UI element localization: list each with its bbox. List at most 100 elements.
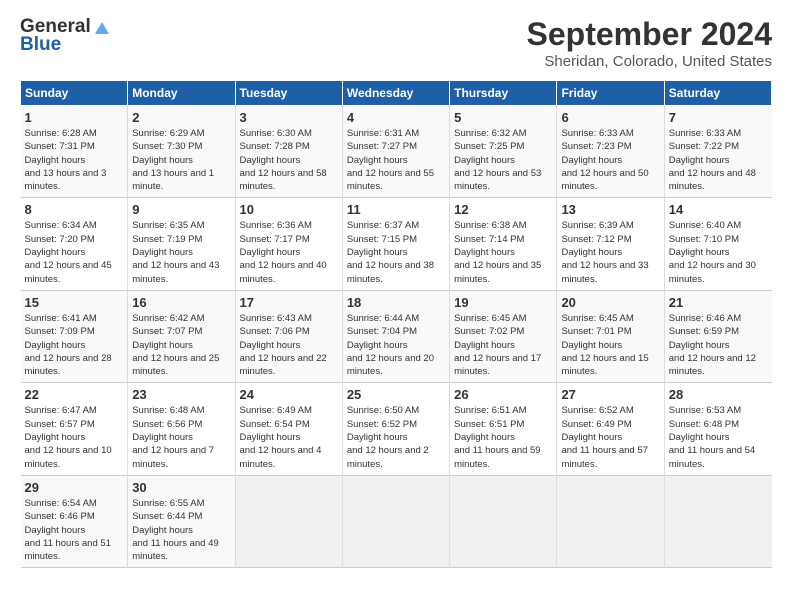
day-number: 2 [132,110,230,125]
day-info: Sunrise: 6:31 AMSunset: 7:27 PMDaylight … [347,127,445,193]
calendar-cell: 22 Sunrise: 6:47 AMSunset: 6:57 PMDayligh… [21,383,128,475]
day-number: 21 [669,295,768,310]
day-number: 11 [347,202,445,217]
logo-triangle-icon [93,18,111,36]
day-number: 26 [454,387,552,402]
day-number: 23 [132,387,230,402]
calendar-cell: 1 Sunrise: 6:28 AMSunset: 7:31 PMDaylight… [21,106,128,198]
day-number: 9 [132,202,230,217]
calendar-cell: 9 Sunrise: 6:35 AMSunset: 7:19 PMDaylight… [128,198,235,290]
day-info: Sunrise: 6:36 AMSunset: 7:17 PMDaylight … [240,219,338,285]
calendar-cell [342,475,449,567]
calendar-cell: 30 Sunrise: 6:55 AMSunset: 6:44 PMDayligh… [128,475,235,567]
main-title: September 2024 [527,16,772,53]
day-info: Sunrise: 6:49 AMSunset: 6:54 PMDaylight … [240,404,338,470]
day-number: 6 [561,110,659,125]
day-number: 8 [25,202,124,217]
day-info: Sunrise: 6:45 AMSunset: 7:02 PMDaylight … [454,312,552,378]
calendar-cell: 8Sunrise: 6:34 AMSunset: 7:20 PMDaylight… [21,198,128,290]
calendar-cell: 7 Sunrise: 6:33 AMSunset: 7:22 PMDaylight… [664,106,771,198]
day-info: Sunrise: 6:28 AMSunset: 7:31 PMDaylight … [25,127,124,193]
day-number: 4 [347,110,445,125]
calendar-cell: 11 Sunrise: 6:37 AMSunset: 7:15 PMDayligh… [342,198,449,290]
calendar-cell: 16 Sunrise: 6:42 AMSunset: 7:07 PMDayligh… [128,290,235,382]
calendar-cell: 21 Sunrise: 6:46 AMSunset: 6:59 PMDayligh… [664,290,771,382]
logo: General Blue [20,16,111,56]
day-number: 3 [240,110,338,125]
day-number: 15 [25,295,124,310]
day-info: Sunrise: 6:55 AMSunset: 6:44 PMDaylight … [132,497,230,563]
calendar-cell: 23 Sunrise: 6:48 AMSunset: 6:56 PMDayligh… [128,383,235,475]
day-info: Sunrise: 6:52 AMSunset: 6:49 PMDaylight … [561,404,659,470]
calendar-cell: 17 Sunrise: 6:43 AMSunset: 7:06 PMDayligh… [235,290,342,382]
day-info: Sunrise: 6:45 AMSunset: 7:01 PMDaylight … [561,312,659,378]
title-area: September 2024 Sheridan, Colorado, Unite… [527,16,772,70]
day-info: Sunrise: 6:38 AMSunset: 7:14 PMDaylight … [454,219,552,285]
day-info: Sunrise: 6:30 AMSunset: 7:28 PMDaylight … [240,127,338,193]
header-row: Sunday Monday Tuesday Wednesday Thursday… [21,81,772,106]
day-info: Sunrise: 6:53 AMSunset: 6:48 PMDaylight … [669,404,768,470]
day-number: 22 [25,387,124,402]
calendar-cell: 2 Sunrise: 6:29 AMSunset: 7:30 PMDaylight… [128,106,235,198]
day-info: Sunrise: 6:33 AMSunset: 7:22 PMDaylight … [669,127,768,193]
day-info: Sunrise: 6:40 AMSunset: 7:10 PMDaylight … [669,219,768,285]
day-info: Sunrise: 6:44 AMSunset: 7:04 PMDaylight … [347,312,445,378]
logo-blue: Blue [20,34,61,56]
day-info: Sunrise: 6:41 AMSunset: 7:09 PMDaylight … [25,312,124,378]
subtitle: Sheridan, Colorado, United States [527,53,772,70]
col-saturday: Saturday [664,81,771,106]
calendar-cell: 13 Sunrise: 6:39 AMSunset: 7:12 PMDayligh… [557,198,664,290]
col-thursday: Thursday [450,81,557,106]
calendar-week-row: 29Sunrise: 6:54 AMSunset: 6:46 PMDayligh… [21,475,772,567]
col-tuesday: Tuesday [235,81,342,106]
day-number: 12 [454,202,552,217]
calendar-cell: 14Sunrise: 6:40 AMSunset: 7:10 PMDayligh… [664,198,771,290]
calendar-cell: 25 Sunrise: 6:50 AMSunset: 6:52 PMDayligh… [342,383,449,475]
day-info: Sunrise: 6:35 AMSunset: 7:19 PMDaylight … [132,219,230,285]
calendar-week-row: 22 Sunrise: 6:47 AMSunset: 6:57 PMDayligh… [21,383,772,475]
day-info: Sunrise: 6:39 AMSunset: 7:12 PMDaylight … [561,219,659,285]
calendar-cell: 4 Sunrise: 6:31 AMSunset: 7:27 PMDaylight… [342,106,449,198]
day-number: 20 [561,295,659,310]
day-number: 13 [561,202,659,217]
day-info: Sunrise: 6:29 AMSunset: 7:30 PMDaylight … [132,127,230,193]
day-number: 5 [454,110,552,125]
day-info: Sunrise: 6:50 AMSunset: 6:52 PMDaylight … [347,404,445,470]
day-number: 30 [132,480,230,495]
day-info: Sunrise: 6:48 AMSunset: 6:56 PMDaylight … [132,404,230,470]
calendar-cell: 18 Sunrise: 6:44 AMSunset: 7:04 PMDayligh… [342,290,449,382]
day-info: Sunrise: 6:37 AMSunset: 7:15 PMDaylight … [347,219,445,285]
calendar-cell [235,475,342,567]
day-number: 7 [669,110,768,125]
day-number: 25 [347,387,445,402]
calendar-table: Sunday Monday Tuesday Wednesday Thursday… [20,80,772,568]
day-info: Sunrise: 6:42 AMSunset: 7:07 PMDaylight … [132,312,230,378]
day-number: 1 [25,110,124,125]
day-number: 18 [347,295,445,310]
day-number: 19 [454,295,552,310]
day-number: 27 [561,387,659,402]
page: General Blue September 2024 Sheridan, Co… [0,0,792,612]
day-number: 16 [132,295,230,310]
day-number: 17 [240,295,338,310]
calendar-cell [450,475,557,567]
calendar-cell [557,475,664,567]
calendar-cell: 15 Sunrise: 6:41 AMSunset: 7:09 PMDayligh… [21,290,128,382]
day-info: Sunrise: 6:43 AMSunset: 7:06 PMDaylight … [240,312,338,378]
calendar-week-row: 1 Sunrise: 6:28 AMSunset: 7:31 PMDaylight… [21,106,772,198]
col-wednesday: Wednesday [342,81,449,106]
calendar-week-row: 15 Sunrise: 6:41 AMSunset: 7:09 PMDayligh… [21,290,772,382]
day-info: Sunrise: 6:47 AMSunset: 6:57 PMDaylight … [25,404,124,470]
day-number: 10 [240,202,338,217]
day-info: Sunrise: 6:54 AMSunset: 6:46 PMDaylight … [25,497,124,563]
calendar-cell: 6Sunrise: 6:33 AMSunset: 7:23 PMDaylight… [557,106,664,198]
day-number: 24 [240,387,338,402]
day-info: Sunrise: 6:46 AMSunset: 6:59 PMDaylight … [669,312,768,378]
calendar-cell: 19 Sunrise: 6:45 AMSunset: 7:02 PMDayligh… [450,290,557,382]
calendar-week-row: 8Sunrise: 6:34 AMSunset: 7:20 PMDaylight… [21,198,772,290]
header-area: General Blue September 2024 Sheridan, Co… [20,16,772,70]
calendar-cell: 12 Sunrise: 6:38 AMSunset: 7:14 PMDayligh… [450,198,557,290]
col-monday: Monday [128,81,235,106]
calendar-cell: 3 Sunrise: 6:30 AMSunset: 7:28 PMDaylight… [235,106,342,198]
calendar-cell: 29Sunrise: 6:54 AMSunset: 6:46 PMDayligh… [21,475,128,567]
